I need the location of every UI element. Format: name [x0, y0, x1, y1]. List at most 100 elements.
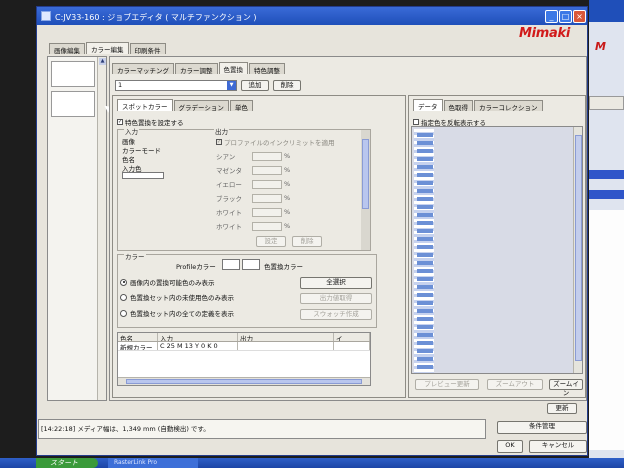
percent-label: %	[284, 208, 291, 216]
chevron-down-icon[interactable]: ▼	[227, 81, 236, 90]
profile-color-swatch	[222, 259, 240, 270]
background-selected-row	[589, 190, 624, 199]
output-scrollbar[interactable]	[361, 130, 370, 250]
checkbox-icon[interactable]	[413, 119, 419, 125]
background-app-window: M	[589, 0, 624, 458]
tab-spot-color[interactable]: スポットカラー	[117, 99, 173, 111]
radio-show-all[interactable]: 色置換セット内の全ての定義を表示	[120, 308, 234, 318]
white-spinner[interactable]	[252, 207, 282, 217]
tab-data[interactable]: データ	[413, 99, 443, 111]
ink-limit-checkbox[interactable]: ✓ プロファイルのインクリミットを適用	[216, 137, 335, 147]
radio-show-replaceable[interactable]: 画像内の置換可能色のみ表示	[120, 277, 215, 287]
tab-color-collection[interactable]: カラーコレクション	[474, 100, 543, 112]
data-color-chip	[417, 149, 433, 153]
background-title-bar	[589, 0, 624, 22]
radio-icon[interactable]	[120, 293, 127, 301]
select-all-button[interactable]: 全選択	[300, 277, 372, 289]
table-hscrollbar[interactable]	[118, 377, 370, 385]
data-color-chip	[417, 357, 433, 361]
scroll-thumb[interactable]	[126, 379, 362, 384]
input-caption: 入力	[124, 126, 139, 136]
tab-single-color[interactable]: 単色	[229, 100, 253, 112]
condition-manage-button[interactable]: 条件管理	[497, 421, 587, 434]
cyan-row: シアン%	[216, 151, 290, 161]
magenta-spinner[interactable]	[252, 165, 282, 175]
thumbnail-scrollbar[interactable]: ▲	[97, 57, 106, 400]
minimize-button[interactable]: _	[545, 10, 558, 23]
tab-color-matching[interactable]: カラーマッチング	[112, 63, 174, 75]
replace-color-swatch	[242, 259, 260, 270]
white-spinner[interactable]	[252, 221, 282, 231]
preview-update-button[interactable]: プレビュー更新	[415, 379, 479, 390]
data-color-chip	[417, 141, 433, 145]
column-header-name[interactable]: 色名	[118, 333, 158, 341]
scroll-thumb[interactable]	[575, 135, 582, 361]
thumbnail[interactable]	[51, 91, 95, 117]
column-header-output[interactable]: 出力	[238, 333, 334, 341]
table-row[interactable]: 新規カラー C 25 M 13 Y 0 K 0	[118, 342, 370, 351]
start-button[interactable]: スタート	[36, 458, 98, 468]
tab-spot-adjust[interactable]: 特色調整	[249, 63, 285, 75]
black-label: ブラック	[216, 195, 242, 203]
title-bar: C:JV33-160 : ジョブエディタ ( マルチファンクション ) _ □ …	[37, 7, 587, 25]
thumbnail[interactable]	[51, 61, 95, 87]
magenta-label: マゼンタ	[216, 167, 242, 175]
delete-button[interactable]: 削除	[273, 80, 301, 91]
tab-print-settings[interactable]: 印刷条件	[129, 43, 166, 55]
cyan-spinner[interactable]	[252, 151, 282, 161]
get-output-button[interactable]: 出力値取得	[300, 293, 372, 304]
set-button[interactable]: 設定	[256, 236, 286, 247]
spot-tab-bar: スポットカラー グラデーション 単色	[117, 99, 253, 112]
taskbar-item[interactable]: RasterLink Pro	[108, 458, 198, 468]
update-button[interactable]: 更新	[547, 403, 577, 414]
input-color-field[interactable]	[122, 172, 164, 179]
output-caption: 出力	[214, 126, 229, 136]
tab-color-replace[interactable]: 色置換	[218, 62, 248, 74]
background-panel	[589, 210, 624, 450]
mimaki-logo: Mimaki	[519, 26, 571, 41]
maximize-button[interactable]: □	[559, 10, 572, 23]
data-color-chip	[417, 365, 433, 369]
yellow-spinner[interactable]	[252, 179, 282, 189]
tab-color-adjust[interactable]: カラー調整	[175, 63, 218, 75]
radio-show-unused[interactable]: 色置換セット内の未使用色のみ表示	[120, 292, 234, 302]
create-swatch-button[interactable]: スウォッチ作成	[300, 309, 372, 320]
color-section: カラー Profileカラー 色置換カラー 画像内の置換可能色のみ表示 色置換セ…	[117, 251, 377, 328]
radio-icon[interactable]	[120, 309, 127, 317]
data-color-chip	[417, 189, 433, 193]
checkbox-icon[interactable]: ✓	[117, 119, 123, 125]
data-color-chip	[417, 165, 433, 169]
ink-limit-label: プロファイルのインクリミットを適用	[224, 139, 335, 147]
checkbox-icon[interactable]: ✓	[216, 139, 222, 145]
tab-gradation[interactable]: グラデーション	[173, 100, 229, 112]
data-scrollbar[interactable]	[573, 127, 582, 373]
thumbnail-panel: ▲	[47, 56, 107, 401]
ok-button[interactable]: OK	[497, 440, 523, 453]
app-icon	[41, 11, 51, 21]
column-header-input[interactable]: 入力	[158, 333, 238, 341]
tab-image-edit[interactable]: 画像編集	[49, 43, 85, 55]
black-spinner[interactable]	[252, 193, 282, 203]
data-preview-area[interactable]	[411, 126, 583, 374]
zoom-out-button[interactable]: ズームアウト	[487, 379, 543, 390]
column-header-ink[interactable]: イ	[334, 333, 370, 341]
color-sub-tab-bar: カラーマッチング カラー調整 色置換 特色調整	[112, 62, 285, 75]
spot-color-group: スポットカラー グラデーション 単色 ✓ 特色置換を設定する 入力 出力 画像 …	[112, 95, 406, 398]
data-color-chip	[417, 349, 433, 353]
tab-color-edit[interactable]: カラー編集	[86, 42, 129, 54]
replace-set-select[interactable]: 1 ▼	[115, 80, 237, 91]
radio-icon[interactable]	[120, 278, 127, 286]
data-color-chip	[417, 285, 433, 289]
percent-label: %	[284, 166, 291, 174]
cell-ink	[334, 342, 370, 350]
close-button[interactable]: ×	[573, 10, 586, 23]
zoom-in-button[interactable]: ズームイン	[549, 379, 583, 397]
output-delete-button[interactable]: 削除	[292, 236, 322, 247]
data-color-chip	[417, 173, 433, 177]
tab-get-color[interactable]: 色取得	[443, 100, 473, 112]
add-button[interactable]: 追加	[241, 80, 269, 91]
cancel-button[interactable]: キャンセル	[529, 440, 587, 453]
scroll-up-icon[interactable]: ▲	[99, 58, 106, 65]
color-table: 色名 入力 出力 イ 新規カラー C 25 M 13 Y 0 K 0	[117, 332, 371, 386]
scroll-thumb[interactable]	[362, 139, 369, 209]
